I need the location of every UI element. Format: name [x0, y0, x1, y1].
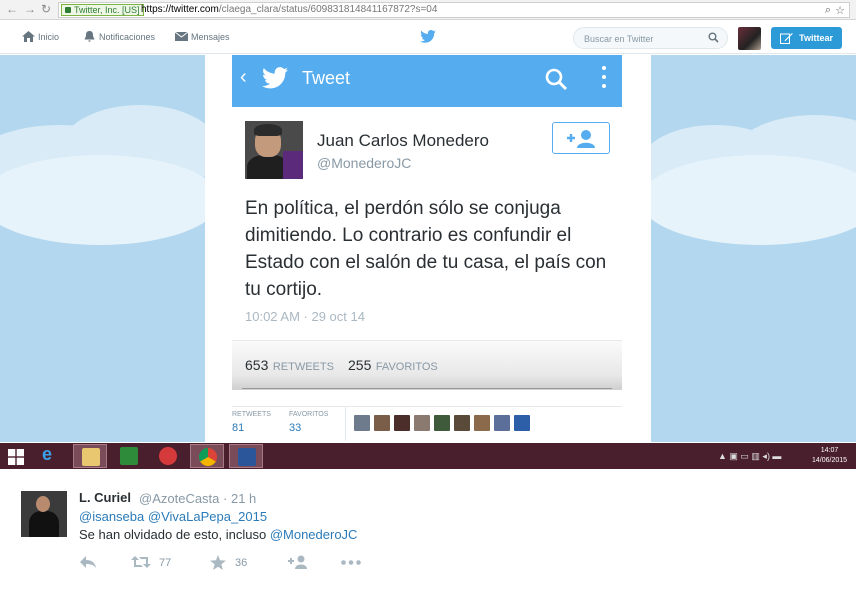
avatar[interactable]	[434, 415, 450, 431]
tweet-stats: 653 RETWEETS 255 FAVORITOS	[232, 340, 622, 390]
retweets-stat[interactable]: 653 RETWEETS	[245, 357, 334, 375]
reply-author-avatar[interactable]	[21, 491, 67, 537]
follow-user-icon[interactable]	[288, 555, 308, 569]
nav-messages[interactable]: Mensajes	[175, 31, 230, 42]
back-chevron-icon[interactable]: ‹	[240, 66, 247, 89]
search-input[interactable]: Buscar en Twitter	[573, 27, 728, 49]
more-options-icon[interactable]	[341, 560, 361, 565]
taskbar-file-explorer[interactable]	[73, 444, 107, 468]
header-title: Tweet	[302, 68, 351, 88]
twitter-bird-icon	[262, 67, 288, 89]
follow-button[interactable]	[552, 122, 610, 154]
address-bar[interactable]: Twitter, Inc. [US] https://twitter.com/c…	[58, 2, 850, 18]
author-handle[interactable]: @MonederoJC	[317, 155, 411, 171]
divider	[242, 388, 612, 389]
start-button[interactable]	[0, 444, 34, 468]
windows-logo-icon	[8, 449, 24, 465]
retweet-icon[interactable]	[131, 555, 151, 569]
windows-taskbar: e ▲ ▣ ▭ ▥ ◂) ▬ 14:07 14/06/2015	[0, 443, 856, 469]
zoom-icon[interactable]: ⌕	[825, 4, 831, 17]
star-icon[interactable]	[210, 555, 226, 570]
embedded-stats-row: RETWEETS 81 FAVORITOS 33	[232, 406, 622, 442]
reload-icon[interactable]: ↻	[41, 2, 51, 16]
reply-author-name[interactable]: L. Curiel	[79, 490, 131, 505]
internet-explorer-icon: e	[42, 444, 53, 464]
bell-icon	[84, 31, 95, 42]
url-text[interactable]: https://twitter.com/claega_clara/status/…	[141, 4, 437, 15]
mini-favorites-count[interactable]: 33	[289, 422, 301, 434]
author-avatar[interactable]	[245, 121, 303, 179]
tweet-view-header: ‹ Tweet	[232, 55, 622, 107]
lock-icon	[65, 7, 71, 13]
avatar[interactable]	[494, 415, 510, 431]
reply-mentions: @isanseba @VivaLaPepa_2015	[79, 509, 268, 524]
search-icon[interactable]	[708, 32, 719, 43]
favorite-count: 36	[235, 557, 248, 569]
more-options-icon[interactable]	[602, 66, 606, 93]
retweet-count: 77	[159, 557, 172, 569]
forward-arrow-icon[interactable]: →	[24, 2, 36, 16]
store-icon	[120, 447, 138, 465]
media-icon	[159, 447, 177, 465]
back-arrow-icon[interactable]: ←	[6, 2, 18, 16]
divider	[345, 407, 346, 441]
secure-badge: Twitter, Inc. [US]	[61, 4, 144, 16]
mini-favorites-label: FAVORITOS	[289, 411, 329, 418]
taskbar-chrome[interactable]	[190, 444, 224, 468]
folder-icon	[82, 448, 100, 466]
tweet-compose-button[interactable]: Twittear	[771, 27, 842, 49]
search-icon[interactable]	[544, 67, 568, 91]
bookmark-star-icon[interactable]: ☆	[835, 4, 845, 17]
add-user-icon	[567, 130, 595, 148]
avatar[interactable]	[514, 415, 530, 431]
mini-retweets-count[interactable]: 81	[232, 422, 244, 434]
avatar[interactable]	[394, 415, 410, 431]
word-icon	[238, 448, 256, 466]
envelope-icon	[175, 31, 188, 41]
taskbar-internet-explorer[interactable]: e	[34, 444, 68, 468]
taskbar-word[interactable]	[229, 444, 263, 468]
system-tray-icons[interactable]: ▲ ▣ ▭ ▥ ◂) ▬	[718, 451, 781, 462]
browser-toolbar: ← → ↻ Twitter, Inc. [US] https://twitter…	[0, 0, 856, 20]
twitter-bird-logo-icon[interactable]	[420, 30, 436, 43]
taskbar-clock[interactable]: 14:07 14/06/2015	[812, 446, 847, 466]
chrome-icon	[199, 448, 217, 466]
avatar[interactable]	[354, 415, 370, 431]
reply-icon[interactable]	[79, 555, 97, 569]
favorites-stat[interactable]: 255 FAVORITOS	[348, 357, 438, 375]
avatar[interactable]	[474, 415, 490, 431]
avatar[interactable]	[454, 415, 470, 431]
avatar[interactable]	[374, 415, 390, 431]
nav-home[interactable]: Inicio	[22, 31, 59, 42]
tweet-timestamp[interactable]: 10:02 AM · 29 oct 14	[245, 309, 365, 324]
twitter-top-nav: Inicio Notificaciones Mensajes Buscar en…	[0, 21, 856, 54]
home-icon	[22, 31, 35, 42]
taskbar-store[interactable]	[112, 444, 146, 468]
user-avatar[interactable]	[738, 27, 761, 50]
compose-pen-icon	[780, 33, 793, 44]
nav-notifications[interactable]: Notificaciones	[83, 31, 155, 42]
retweeter-avatars	[354, 415, 534, 436]
tweet-text: En política, el perdón sólo se conjuga d…	[245, 198, 607, 300]
reply-author-handle[interactable]: @AzoteCasta · 21 h	[139, 491, 256, 506]
mini-retweets-label: RETWEETS	[232, 411, 271, 418]
taskbar-media[interactable]	[151, 444, 185, 468]
avatar[interactable]	[414, 415, 430, 431]
reply-text: Se han olvidado de esto, incluso @Monede…	[79, 527, 358, 542]
author-name[interactable]: Juan Carlos Monedero	[317, 131, 489, 151]
